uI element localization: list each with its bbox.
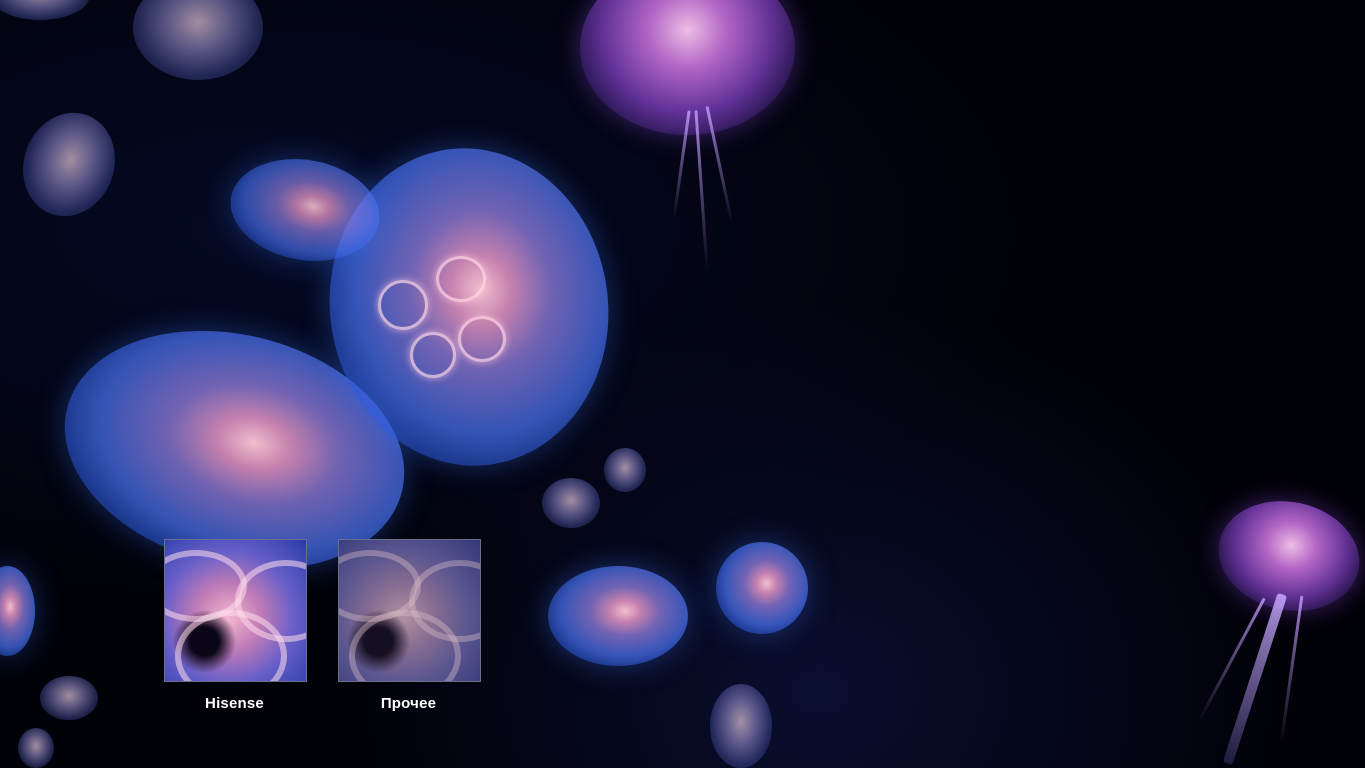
small-jellyfish xyxy=(604,448,646,492)
hisense-label: Hisense xyxy=(205,695,264,712)
small-jellyfish xyxy=(542,478,600,528)
jellyfish-round xyxy=(716,542,808,634)
central-jellyfish-ring xyxy=(436,256,486,302)
jellyfish-scene: Hisense Прочее xyxy=(0,0,1365,768)
jellyfish-bottom-left xyxy=(40,676,98,720)
jellyfish-left-small xyxy=(8,99,130,230)
other-sample-thumbnail xyxy=(338,539,481,682)
tentacle xyxy=(1279,595,1304,745)
hisense-sample-thumbnail xyxy=(164,539,307,682)
jellyfish-bottom-center xyxy=(548,566,688,666)
jellyfish-bottom xyxy=(710,684,772,768)
jellyfish-left-edge xyxy=(0,566,35,656)
jellyfish-top-left xyxy=(133,0,263,80)
central-jellyfish-ring xyxy=(378,280,428,330)
other-label: Прочее xyxy=(380,695,437,712)
central-jellyfish-ring xyxy=(458,316,506,362)
jellyfish-bottom-left-corner xyxy=(18,728,54,768)
central-jellyfish-ring xyxy=(410,332,456,378)
violet-jellyfish-right xyxy=(1208,488,1365,624)
jellyfish-top-corner xyxy=(0,0,90,20)
